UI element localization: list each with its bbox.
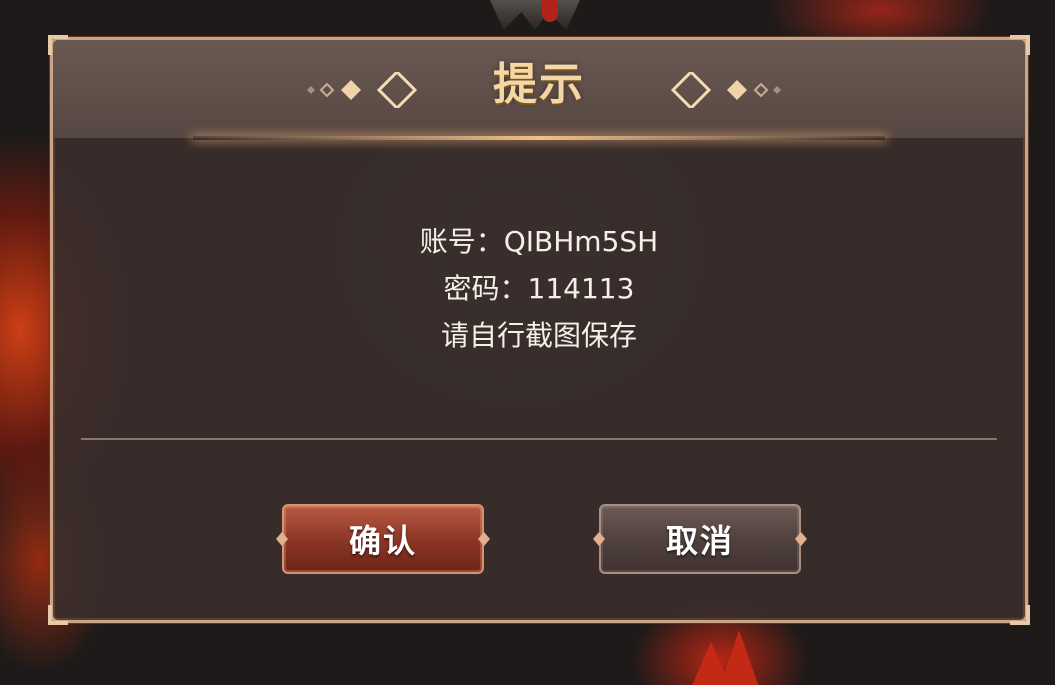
screenshot-hint-line: 请自行截图保存 [440,319,637,352]
frame-corner-bottom-right [1010,605,1030,625]
account-line: 账号：QIBHm5SH [419,225,659,258]
button-tip-right-icon [795,532,807,546]
button-tip-right-icon [478,532,490,546]
button-tip-left-icon [276,532,288,546]
confirm-button-label: 确认 [348,522,417,560]
frame-corner-bottom-left [48,605,68,625]
dialog-header: 提示 [53,40,1025,140]
confirm-button[interactable]: 确认 [276,504,490,574]
dialog-message: 账号：QIBHm5SH 密码：114113 请自行截图保存 [53,218,1025,359]
prompt-dialog: 提示 账号：QIBHm5SH 密码：114113 请自行截图保存 确认 取消 [48,35,1030,625]
dialog-title: 提示 [493,59,585,110]
background-flame [690,630,760,685]
header-glow-line [193,136,885,140]
background-crown [490,0,580,30]
cancel-button-label: 取消 [665,522,734,560]
password-line: 密码：114113 [443,272,635,305]
background-jewel [542,0,558,22]
cancel-button[interactable]: 取消 [593,504,807,574]
dialog-divider [81,438,997,440]
button-tip-left-icon [593,532,605,546]
diamond-ornament-right-icon [665,72,785,108]
game-screen: 提示 账号：QIBHm5SH 密码：114113 请自行截图保存 确认 取消 [0,0,1055,685]
